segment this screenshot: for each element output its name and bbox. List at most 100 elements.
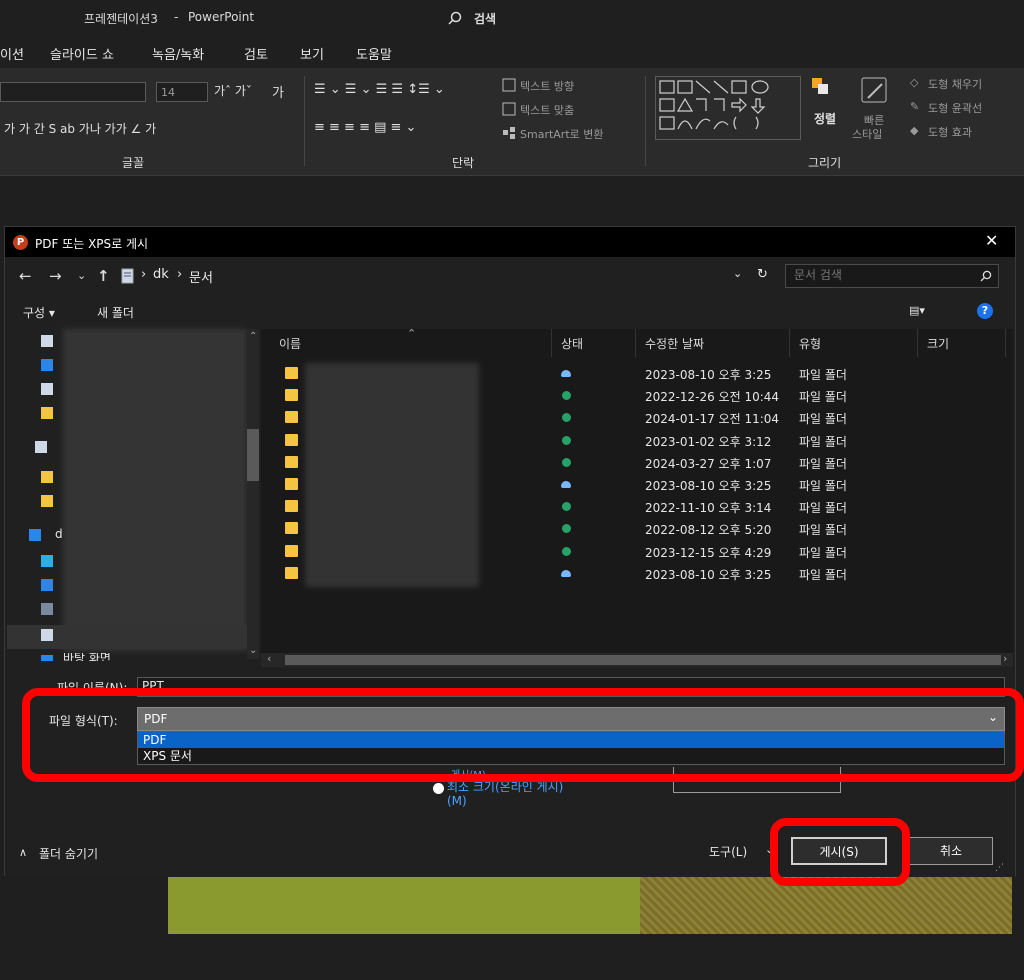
scroll-down-icon[interactable]: ⌄ [249, 645, 257, 656]
close-button[interactable]: ✕ [985, 231, 998, 250]
synced-status-icon [562, 458, 571, 467]
align-text-label[interactable]: 텍스트 맞춤 [520, 102, 574, 118]
font-size-box[interactable]: 14 [156, 82, 208, 102]
shape-outline-label[interactable]: 도형 윤곽선 [928, 100, 982, 116]
horizontal-scrollbar[interactable]: ‹ › [261, 652, 1013, 667]
table-row[interactable]: 2023-08-10 오후 3:25 파일 폴더 [261, 563, 1013, 583]
forward-arrow-icon[interactable]: → [49, 267, 62, 285]
font-name-box[interactable] [0, 82, 146, 102]
nav-scroll-thumb[interactable] [247, 429, 259, 481]
filetype-option-pdf[interactable]: PDF [138, 732, 1004, 748]
table-row[interactable]: 2024-01-17 오전 11:04 파일 폴더 [261, 407, 1013, 427]
app-search-box[interactable]: 검색 [434, 4, 814, 32]
shape-effects-label[interactable]: 도형 효과 [928, 124, 972, 140]
text-direction-label[interactable]: 텍스트 방향 [520, 78, 574, 94]
font-style-icons[interactable]: 가 가 간 S ab 가나 가가 ∠ 가 [4, 120, 156, 137]
document-icon[interactable] [35, 441, 47, 453]
cancel-button[interactable]: 취소 [909, 837, 993, 865]
align-icons[interactable]: ≡ ≡ ≡ ≡ ▤ ≡ ⌄ [314, 120, 416, 135]
table-row[interactable]: 2022-08-12 오후 5:20 파일 폴더 [261, 518, 1013, 538]
refresh-icon[interactable]: ↻ [757, 267, 768, 282]
arrange-label[interactable]: 정렬 [814, 110, 836, 127]
tab-view[interactable]: 보기 [300, 44, 324, 63]
breadcrumb-item[interactable]: 문서 [189, 267, 213, 286]
nav-item-desktop[interactable]: 바탕 화면 [63, 653, 111, 661]
resize-grip-icon[interactable]: ⋰ [995, 863, 1004, 873]
folder-icon[interactable] [41, 407, 53, 419]
table-row[interactable]: 2022-11-10 오후 3:14 파일 폴더 [261, 496, 1013, 516]
nav-scrollbar[interactable]: ⌃ ⌄ [247, 329, 259, 659]
folder-icon [285, 367, 298, 379]
hide-folders-button[interactable]: 폴더 숨기기 [39, 845, 98, 862]
filetype-select[interactable]: PDF ⌄ [137, 707, 1005, 731]
table-row[interactable]: 2023-08-10 오후 3:25 파일 폴더 [261, 474, 1013, 494]
row-type: 파일 폴더 [799, 479, 847, 493]
breadcrumb-item[interactable]: dk [153, 267, 169, 282]
radio-min-size[interactable] [433, 783, 444, 794]
synced-status-icon [562, 524, 571, 533]
recent-chevron-icon[interactable]: ⌄ [77, 269, 86, 282]
document-icon[interactable] [41, 335, 53, 347]
help-icon[interactable]: ? [977, 303, 993, 319]
folder-search[interactable] [785, 264, 999, 288]
folder-icon[interactable] [41, 495, 53, 507]
tab-recording[interactable]: 녹음/녹화 [152, 44, 204, 63]
column-size[interactable]: 크기 [927, 335, 949, 352]
chevron-down-icon[interactable]: ⌄ [733, 267, 742, 280]
tab-help[interactable]: 도움말 [356, 44, 392, 63]
cloud-status-icon [561, 370, 571, 377]
column-date[interactable]: 수정한 날짜 [645, 335, 704, 352]
publish-button[interactable]: 게시(S) [791, 837, 887, 865]
filetype-option-xps[interactable]: XPS 문서 [138, 748, 1004, 764]
min-size-option-label[interactable]: 최소 크기(온라인 게시)(M) [447, 780, 577, 808]
options-button-partial[interactable] [673, 767, 841, 793]
quick-styles-label-2[interactable]: 스타일 [852, 126, 882, 142]
clear-format-icon[interactable]: 가 [272, 82, 284, 101]
desktop-icon[interactable] [41, 359, 53, 371]
picture-icon[interactable] [41, 383, 53, 395]
shapes-gallery[interactable] [655, 76, 801, 140]
chevron-up-icon[interactable]: ∧ [19, 846, 27, 859]
table-row[interactable]: 2023-01-02 오후 3:12 파일 폴더 [261, 430, 1013, 450]
scroll-up-icon[interactable]: ⌃ [249, 331, 257, 342]
filename-input[interactable] [142, 679, 942, 693]
column-status[interactable]: 상태 [561, 335, 583, 352]
3d-objects-icon[interactable] [41, 555, 53, 567]
row-type: 파일 폴더 [799, 523, 847, 537]
smartart-label[interactable]: SmartArt로 변환 [520, 126, 604, 142]
new-folder-button[interactable]: 새 폴더 [97, 304, 134, 321]
document-icon [41, 629, 53, 641]
downloads-icon[interactable] [41, 579, 53, 591]
column-name[interactable]: 이름 [279, 335, 301, 352]
font-grow-icon[interactable]: 가ˆ 가ˇ [214, 82, 252, 99]
breadcrumb[interactable]: › dk › 문서 ⌄ ↻ [117, 264, 775, 288]
tools-chevron-icon[interactable]: ⌄ [765, 843, 774, 856]
scroll-right-icon[interactable]: › [1003, 652, 1007, 665]
group-paragraph-label: 단락 [452, 156, 475, 170]
list-icons[interactable]: ☰ ⌄ ☰ ⌄ ☰ ☰ ↕☰ ⌄ [314, 82, 445, 97]
table-row[interactable]: 2022-12-26 오전 10:44 파일 폴더 [261, 385, 1013, 405]
tab-review[interactable]: 검토 [244, 44, 268, 63]
table-row[interactable]: 2024-03-27 오후 1:07 파일 폴더 [261, 452, 1013, 472]
organize-button[interactable]: 구성 ▾ [23, 304, 55, 321]
filename-field[interactable] [137, 677, 1005, 697]
table-row[interactable]: 2023-12-15 오후 4:29 파일 폴더 [261, 541, 1013, 561]
slide-background-right [640, 870, 1012, 934]
shape-fill-label[interactable]: 도형 채우기 [928, 76, 982, 92]
row-type: 파일 폴더 [799, 568, 847, 582]
folder-icon[interactable] [41, 471, 53, 483]
column-type[interactable]: 유형 [799, 335, 821, 352]
table-row[interactable]: 2023-08-10 오후 3:25 파일 폴더 [261, 363, 1013, 383]
scroll-left-icon[interactable]: ‹ [267, 652, 271, 665]
desktop-icon[interactable] [41, 655, 53, 661]
up-arrow-icon[interactable]: ↑ [97, 267, 110, 285]
horizontal-scroll-thumb[interactable] [285, 655, 1001, 665]
video-icon[interactable] [41, 603, 53, 615]
tab-animations[interactable]: 이션 [0, 44, 24, 63]
back-arrow-icon[interactable]: ← [19, 267, 32, 285]
view-options-icon[interactable]: ▤▾ [909, 304, 925, 317]
this-pc-icon[interactable] [29, 529, 41, 541]
tab-slideshow[interactable]: 슬라이드 쇼 [50, 44, 114, 63]
folder-search-input[interactable] [794, 268, 964, 282]
tools-button[interactable]: 도구(L) [709, 843, 747, 860]
